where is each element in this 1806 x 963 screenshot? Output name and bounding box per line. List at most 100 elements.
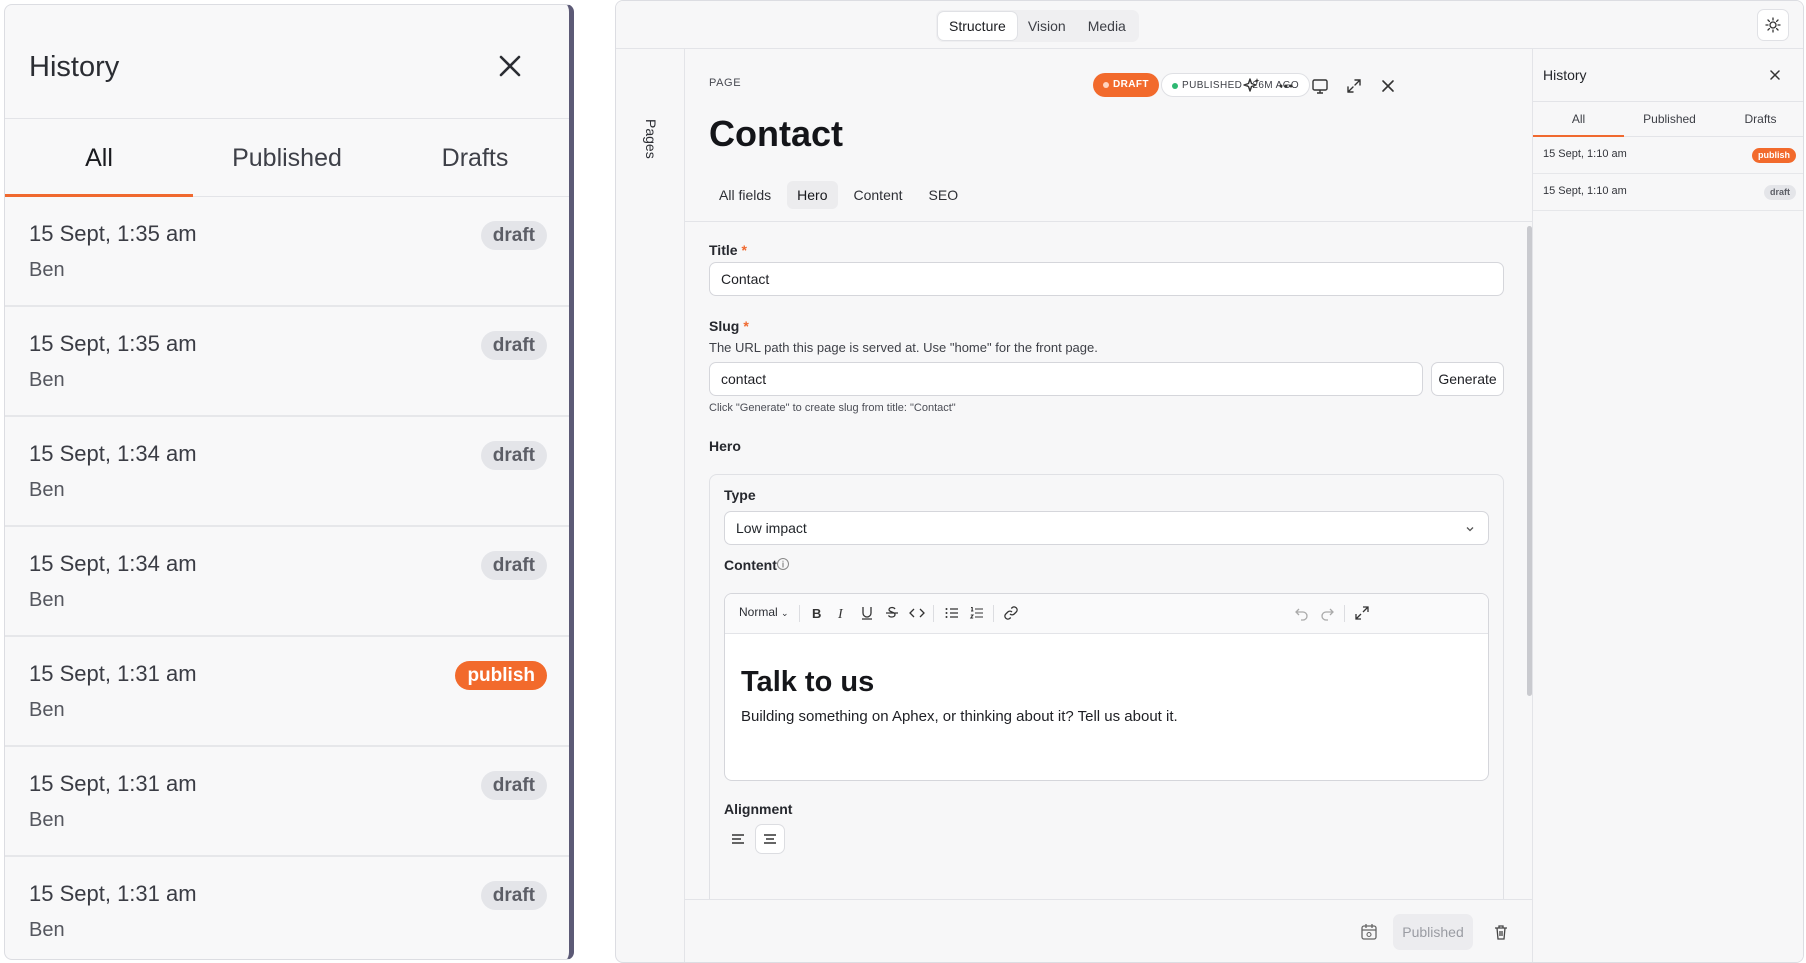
history-row-date: 15 Sept, 1:35 am	[29, 331, 197, 356]
hero-section-label: Hero	[709, 438, 741, 454]
history-row-user: Ben	[29, 369, 65, 391]
sun-icon	[1765, 17, 1781, 33]
tab-all-fields[interactable]: All fields	[709, 181, 781, 209]
draft-status-badge[interactable]: DRAFT	[1093, 73, 1159, 97]
history-row-date: 15 Sept, 1:34 am	[29, 441, 197, 466]
history-row[interactable]: 15 Sept, 1:35 am Ben draft	[5, 197, 569, 307]
type-select[interactable]: Low impact	[724, 511, 1489, 545]
italic-icon[interactable]: I	[833, 604, 851, 622]
fullscreen-icon[interactable]	[1353, 604, 1371, 622]
close-icon[interactable]	[1377, 75, 1399, 97]
cms-app-window: Structure Vision Media Pages PAGE DRAFT …	[615, 0, 1804, 963]
pages-rail-label[interactable]: Pages	[643, 119, 659, 159]
form-body: Title * Contact Slug * The URL path this p…	[685, 221, 1532, 899]
text-style-dropdown[interactable]: Normal ⌄	[739, 605, 789, 619]
svg-text:I: I	[837, 607, 844, 622]
tab-all[interactable]: All	[5, 119, 193, 197]
numbered-list-icon[interactable]	[968, 604, 986, 622]
align-center-icon	[764, 834, 776, 844]
pages-rail: Pages	[616, 49, 685, 962]
title-input[interactable]: Contact	[709, 262, 1504, 296]
align-center-button[interactable]	[756, 825, 784, 853]
history-row-user: Ben	[29, 809, 65, 831]
slug-input[interactable]: contact	[709, 362, 1423, 396]
tab-published[interactable]: Published	[193, 119, 381, 196]
history-row[interactable]: 15 Sept, 1:34 am Ben draft	[5, 417, 569, 527]
document-footer: Published	[685, 899, 1532, 962]
history-row-user: Ben	[29, 699, 65, 721]
top-navigation: Structure Vision Media	[936, 10, 1139, 42]
schedule-icon[interactable]	[1359, 922, 1379, 942]
more-options-icon[interactable]	[1275, 75, 1297, 97]
history-header: History	[5, 5, 569, 119]
content-heading[interactable]: Talk to us	[741, 666, 874, 699]
expand-icon[interactable]	[1343, 75, 1365, 97]
undo-icon[interactable]	[1293, 604, 1311, 622]
underline-icon[interactable]	[858, 604, 876, 622]
field-group-tabs: All fields Hero Content SEO	[709, 181, 968, 209]
align-left-icon	[732, 834, 744, 844]
status-badge: draft	[480, 771, 547, 800]
history-row-date: 15 Sept, 1:34 am	[29, 551, 197, 576]
type-field-label: Type	[724, 487, 756, 503]
tab-all[interactable]: All	[1533, 102, 1624, 137]
tab-seo[interactable]: SEO	[919, 181, 969, 209]
svg-text:B: B	[812, 606, 821, 621]
history-row-date: 15 Sept, 1:31 am	[29, 661, 197, 686]
align-left-button[interactable]	[724, 825, 752, 853]
history-row[interactable]: 15 Sept, 1:34 am Ben draft	[5, 527, 569, 637]
toolbar-divider	[993, 605, 994, 622]
history-row[interactable]: 15 Sept, 1:10 am draft	[1533, 174, 1803, 211]
tab-content[interactable]: Content	[844, 181, 913, 209]
status-badge: publish	[455, 661, 547, 690]
history-row[interactable]: 15 Sept, 1:31 am Ben publish	[5, 637, 569, 747]
publish-button[interactable]: Published	[1393, 914, 1473, 950]
strikethrough-icon[interactable]	[883, 604, 901, 622]
status-badge: draft	[480, 331, 547, 360]
desktop-preview-icon[interactable]	[1309, 75, 1331, 97]
status-badge: draft	[480, 441, 547, 470]
history-row-user: Ben	[29, 919, 65, 941]
tab-drafts[interactable]: Drafts	[381, 119, 569, 196]
alignment-field-label: Alignment	[724, 801, 793, 817]
toolbar-divider	[933, 605, 934, 622]
rich-text-editor[interactable]: Normal ⌄ B I Talk to us Building somethi…	[724, 593, 1489, 781]
sparkle-icon[interactable]	[1241, 75, 1263, 97]
chevron-down-icon	[1466, 527, 1474, 532]
close-icon[interactable]	[495, 51, 525, 81]
close-icon[interactable]	[1767, 67, 1783, 83]
theme-toggle-button[interactable]	[1757, 9, 1789, 41]
history-sidebar-tabs: All Published Drafts	[1533, 101, 1803, 137]
toolbar-divider	[1344, 605, 1345, 622]
bullet-list-icon[interactable]	[943, 604, 961, 622]
link-icon[interactable]	[1002, 604, 1020, 622]
page-title: Contact	[709, 113, 843, 154]
bold-icon[interactable]: B	[808, 604, 826, 622]
nav-vision[interactable]: Vision	[1017, 12, 1077, 40]
content-paragraph[interactable]: Building something on Aphex, or thinking…	[741, 708, 1178, 725]
history-row[interactable]: 15 Sept, 1:31 am Ben draft	[5, 747, 569, 857]
history-row[interactable]: 15 Sept, 1:31 am Ben draft	[5, 857, 569, 959]
code-icon[interactable]	[908, 604, 926, 622]
hero-object-fieldset: Type Low impact Content Normal ⌄ B I Tal…	[709, 474, 1504, 899]
redo-icon[interactable]	[1318, 604, 1336, 622]
history-row-date: 15 Sept, 1:10 am	[1543, 185, 1627, 197]
history-row-date: 15 Sept, 1:31 am	[29, 771, 197, 796]
tab-hero[interactable]: Hero	[787, 181, 838, 209]
history-row[interactable]: 15 Sept, 1:10 am publish	[1533, 137, 1803, 174]
nav-structure[interactable]: Structure	[938, 12, 1017, 40]
document-editor: PAGE DRAFT PUBLISHED · 26M AGO Contact A…	[685, 49, 1532, 962]
history-sidebar: History All Published Drafts 15 Sept, 1:…	[1532, 49, 1803, 962]
trash-icon[interactable]	[1491, 922, 1511, 942]
tab-published[interactable]: Published	[1624, 102, 1715, 136]
info-icon	[777, 558, 789, 570]
document-type-label: PAGE	[709, 77, 742, 89]
generate-button[interactable]: Generate	[1431, 362, 1504, 396]
type-select-value: Low impact	[736, 520, 807, 536]
toolbar-divider	[799, 605, 800, 622]
history-row[interactable]: 15 Sept, 1:35 am Ben draft	[5, 307, 569, 417]
history-sidebar-title: History	[1543, 67, 1587, 83]
nav-media[interactable]: Media	[1077, 12, 1137, 40]
status-badge: draft	[480, 881, 547, 910]
tab-drafts[interactable]: Drafts	[1715, 102, 1803, 136]
